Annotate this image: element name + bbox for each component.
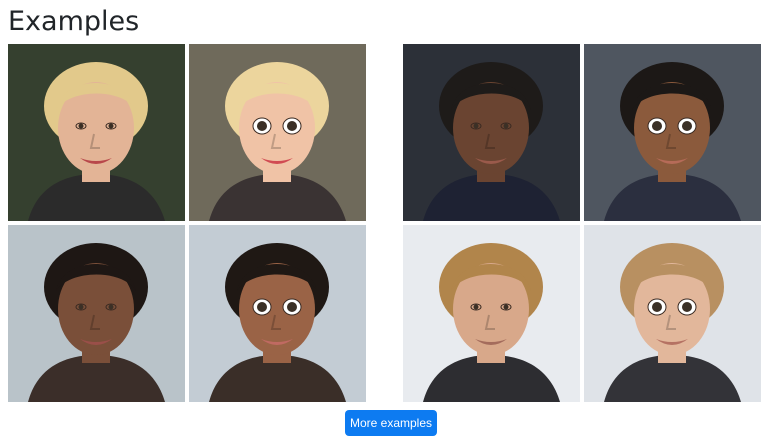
example-1-cartoon	[189, 44, 366, 221]
example-2-cartoon	[584, 44, 761, 221]
example-2-photo	[403, 44, 580, 221]
example-3-cartoon	[189, 225, 366, 402]
page-title: Examples	[8, 6, 140, 37]
example-3-photo	[8, 225, 185, 402]
more-examples-button[interactable]: More examples	[345, 410, 437, 436]
example-4-photo	[403, 225, 580, 402]
example-1-photo	[8, 44, 185, 221]
example-4-cartoon	[584, 225, 761, 402]
